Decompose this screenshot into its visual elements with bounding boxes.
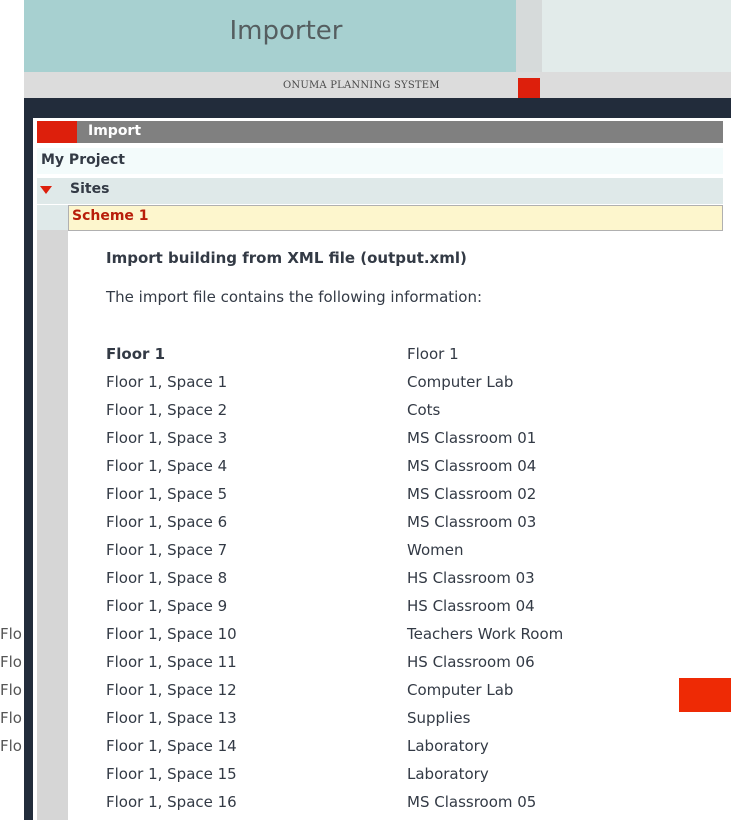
list-item-location: Floor 1, Space 1 <box>106 373 228 391</box>
list-item: Floor 1, Space 1 Computer Lab <box>106 373 706 401</box>
list-item-name: HS Classroom 03 <box>407 569 535 587</box>
close-button[interactable] <box>518 78 540 98</box>
list-item-name: Laboratory <box>407 765 489 783</box>
list-item: Floor 1, Space 14 Laboratory <box>106 737 706 765</box>
tree-item-sites[interactable] <box>37 178 723 204</box>
list-item: Floor 1, Space 10 Teachers Work Room <box>106 625 706 653</box>
list-item-location: Floor 1 <box>106 345 166 363</box>
list-item-location: Floor 1, Space 8 <box>106 569 228 587</box>
window-header: Importer <box>24 0 516 72</box>
list-item-name: Cots <box>407 401 441 419</box>
tree-indent-strip <box>37 230 68 820</box>
list-item-location: Floor 1, Space 15 <box>106 765 237 783</box>
list-item-location: Floor 1, Space 13 <box>106 709 237 727</box>
list-item-name: MS Classroom 04 <box>407 457 537 475</box>
list-item-name: Computer Lab <box>407 681 514 699</box>
scroll-marker[interactable] <box>679 678 731 712</box>
window-title: Importer <box>229 16 343 46</box>
background-fragment: Flo <box>0 709 22 727</box>
list-item-name: Teachers Work Room <box>407 625 564 643</box>
list-item: Floor 1, Space 15 Laboratory <box>106 765 706 793</box>
caret-down-icon[interactable] <box>40 186 52 194</box>
header-right-panel <box>542 0 731 72</box>
list-item-name: HS Classroom 04 <box>407 597 535 615</box>
list-item-name: HS Classroom 06 <box>407 653 535 671</box>
list-item-name: MS Classroom 02 <box>407 485 537 503</box>
list-item-name: Computer Lab <box>407 373 514 391</box>
tree-item-scheme-1-label: Scheme 1 <box>72 208 149 224</box>
background-fragment: Flo <box>0 653 22 671</box>
list-item-location: Floor 1, Space 6 <box>106 513 228 531</box>
list-item-location: Floor 1, Space 2 <box>106 401 228 419</box>
background-window-fragments: Flo Flo Flo Flo Flo <box>0 625 24 765</box>
list-item: Floor 1, Space 6 MS Classroom 03 <box>106 513 706 541</box>
import-description: The import file contains the following i… <box>106 288 483 306</box>
list-item-name: Supplies <box>407 709 471 727</box>
import-section-label: Import <box>88 123 142 139</box>
subtitle-bar: ONUMA PLANNING SYSTEM <box>24 72 731 98</box>
app-subtitle: ONUMA PLANNING SYSTEM <box>283 80 440 91</box>
list-item-name: MS Classroom 05 <box>407 793 537 811</box>
list-item: Floor 1, Space 7 Women <box>106 541 706 569</box>
import-heading: Import building from XML file (output.xm… <box>106 249 467 267</box>
header-divider <box>516 0 542 72</box>
list-item-name: Floor 1 <box>407 345 459 363</box>
list-item-name: Women <box>407 541 464 559</box>
list-item: Floor 1, Space 4 MS Classroom 04 <box>106 457 706 485</box>
background-fragment: Flo <box>0 681 22 699</box>
list-item: Floor 1, Space 11 HS Classroom 06 <box>106 653 706 681</box>
background-fragment: Flo <box>0 625 22 643</box>
list-item: Floor 1, Space 8 HS Classroom 03 <box>106 569 706 597</box>
list-item: Floor 1, Space 2 Cots <box>106 401 706 429</box>
list-item-name: MS Classroom 01 <box>407 429 537 447</box>
list-item-location: Floor 1, Space 5 <box>106 485 228 503</box>
list-item: Floor 1 Floor 1 <box>106 345 706 373</box>
background-fragment: Flo <box>0 737 22 755</box>
list-item: Floor 1, Space 3 MS Classroom 01 <box>106 429 706 457</box>
list-item-name: MS Classroom 03 <box>407 513 537 531</box>
list-item-location: Floor 1, Space 3 <box>106 429 228 447</box>
import-contents-list: Floor 1 Floor 1 Floor 1, Space 1 Computer L… <box>106 345 706 821</box>
list-item: Floor 1, Space 5 MS Classroom 02 <box>106 485 706 513</box>
list-item: Floor 1, Space 12 Computer Lab <box>106 681 706 709</box>
tree-item-scheme-1[interactable] <box>68 205 723 231</box>
list-item-location: Floor 1, Space 4 <box>106 457 228 475</box>
tree-item-my-project-label: My Project <box>41 152 125 168</box>
import-section-marker <box>37 121 77 143</box>
list-item: Floor 1, Space 16 MS Classroom 05 <box>106 793 706 821</box>
list-item-name: Laboratory <box>407 737 489 755</box>
list-item: Floor 1, Space 9 HS Classroom 04 <box>106 597 706 625</box>
list-item-location: Floor 1, Space 9 <box>106 597 228 615</box>
list-item-location: Floor 1, Space 10 <box>106 625 237 643</box>
tree-item-sites-label: Sites <box>70 181 110 197</box>
list-item: Floor 1, Space 13 Supplies <box>106 709 706 737</box>
list-item-location: Floor 1, Space 12 <box>106 681 237 699</box>
tree-item-my-project[interactable] <box>37 148 723 174</box>
list-item-location: Floor 1, Space 16 <box>106 793 237 811</box>
tree-indent-strip-top <box>37 205 68 230</box>
list-item-location: Floor 1, Space 7 <box>106 541 228 559</box>
list-item-location: Floor 1, Space 14 <box>106 737 237 755</box>
list-item-location: Floor 1, Space 11 <box>106 653 237 671</box>
